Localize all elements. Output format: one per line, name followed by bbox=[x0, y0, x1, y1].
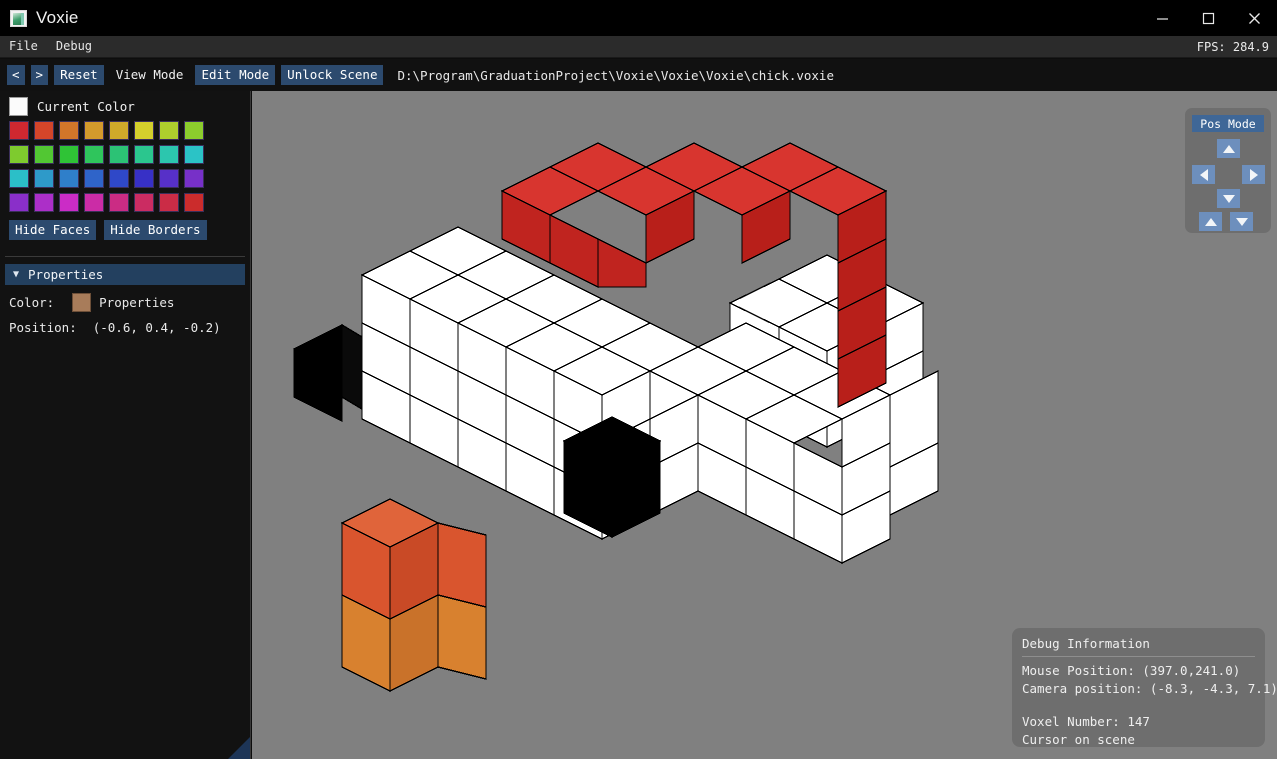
pos-left-button[interactable] bbox=[1192, 165, 1215, 184]
property-color-row: Color: Properties bbox=[0, 285, 250, 312]
palette-swatch[interactable] bbox=[184, 121, 204, 140]
palette-swatch[interactable] bbox=[184, 169, 204, 188]
debug-mouse-position: Mouse Position: (397.0,241.0) bbox=[1022, 663, 1241, 678]
palette-row bbox=[9, 193, 250, 212]
face-border-toggle-row: Hide Faces Hide Borders bbox=[0, 217, 250, 240]
pos-lower-button[interactable] bbox=[1230, 212, 1253, 231]
sidebar-divider bbox=[5, 256, 245, 257]
debug-cursor-state: Cursor on scene bbox=[1022, 731, 1135, 747]
history-prev-button[interactable]: < bbox=[7, 65, 25, 85]
left-sidebar: Current Color Hide Faces Hide Borders ▼ … bbox=[0, 91, 251, 759]
property-position-key: Position: bbox=[9, 320, 77, 335]
palette-swatch[interactable] bbox=[134, 193, 154, 212]
current-color-swatch[interactable] bbox=[9, 97, 28, 116]
fps-counter: FPS: 284.9 bbox=[1196, 39, 1269, 54]
view-mode-button[interactable]: View Mode bbox=[110, 65, 190, 85]
app-logo-icon bbox=[10, 9, 27, 27]
palette-swatch[interactable] bbox=[159, 145, 179, 164]
palette-swatch[interactable] bbox=[134, 169, 154, 188]
palette-swatch[interactable] bbox=[9, 193, 29, 212]
palette-swatch[interactable] bbox=[59, 145, 79, 164]
property-color-value: Properties bbox=[99, 295, 175, 310]
arrow-down-icon bbox=[1235, 217, 1248, 226]
history-next-button[interactable]: > bbox=[30, 65, 49, 85]
pos-down-button[interactable] bbox=[1217, 189, 1240, 208]
palette-swatch[interactable] bbox=[59, 193, 79, 212]
property-color-key: Color: bbox=[9, 295, 55, 310]
palette-swatch[interactable] bbox=[34, 121, 54, 140]
debug-spacer bbox=[1022, 697, 1255, 713]
palette-swatch[interactable] bbox=[109, 121, 129, 140]
palette-swatch[interactable] bbox=[34, 145, 54, 164]
palette-swatch[interactable] bbox=[109, 169, 129, 188]
close-button[interactable] bbox=[1231, 0, 1277, 36]
palette-swatch[interactable] bbox=[34, 169, 54, 188]
palette-swatch[interactable] bbox=[84, 145, 104, 164]
palette-swatch[interactable] bbox=[134, 121, 154, 140]
debug-panel-title: Debug Information bbox=[1022, 636, 1150, 651]
palette-swatch[interactable] bbox=[159, 169, 179, 188]
palette-swatch[interactable] bbox=[9, 145, 29, 164]
color-palette bbox=[0, 120, 250, 212]
reset-button[interactable]: Reset bbox=[54, 65, 104, 85]
main-toolbar: < > Reset View Mode Edit Mode Unlock Sce… bbox=[0, 59, 1277, 91]
palette-swatch[interactable] bbox=[84, 121, 104, 140]
current-color-label: Current Color bbox=[37, 99, 135, 114]
menu-item-file[interactable]: File bbox=[0, 36, 47, 57]
pos-mode-panel: Pos Mode bbox=[1185, 108, 1271, 233]
scene-viewport[interactable]: Pos Mode Debug Information Mouse Positio… bbox=[252, 91, 1277, 759]
collapse-caret-icon: ▼ bbox=[13, 268, 20, 280]
sidebar-resize-handle[interactable] bbox=[228, 737, 250, 759]
palette-swatch[interactable] bbox=[184, 145, 204, 164]
unlock-scene-button[interactable]: Unlock Scene bbox=[281, 65, 384, 85]
file-path-label: D:\Program\GraduationProject\Voxie\Voxie… bbox=[397, 67, 834, 83]
property-position-row: Position: (-0.6, 0.4, -0.2) bbox=[0, 312, 250, 335]
menu-bar: File Debug FPS: 284.9 bbox=[0, 36, 1277, 58]
arrow-up-icon bbox=[1204, 217, 1217, 226]
palette-row bbox=[9, 169, 250, 188]
hide-faces-button[interactable]: Hide Faces bbox=[9, 220, 97, 240]
palette-swatch[interactable] bbox=[134, 145, 154, 164]
properties-header-label: Properties bbox=[28, 267, 104, 282]
palette-row bbox=[9, 121, 250, 140]
current-color-row: Current Color bbox=[0, 91, 250, 120]
title-bar: Voxie bbox=[0, 0, 1277, 36]
pos-mode-title[interactable]: Pos Mode bbox=[1192, 115, 1264, 132]
palette-swatch[interactable] bbox=[184, 193, 204, 212]
palette-swatch[interactable] bbox=[159, 193, 179, 212]
palette-swatch[interactable] bbox=[159, 121, 179, 140]
arrow-up-icon bbox=[1222, 144, 1235, 153]
debug-panel-divider bbox=[1022, 656, 1255, 657]
minimize-button[interactable] bbox=[1139, 0, 1185, 36]
edit-mode-button[interactable]: Edit Mode bbox=[195, 65, 276, 85]
palette-swatch[interactable] bbox=[59, 121, 79, 140]
property-color-swatch[interactable] bbox=[72, 293, 92, 312]
palette-swatch[interactable] bbox=[109, 145, 129, 164]
window-title: Voxie bbox=[36, 8, 79, 27]
palette-swatch[interactable] bbox=[59, 169, 79, 188]
property-position-value: (-0.6, 0.4, -0.2) bbox=[92, 320, 221, 335]
debug-camera-position: Camera position: (-8.3, -4.3, 7.1) bbox=[1022, 680, 1277, 696]
pos-raise-button[interactable] bbox=[1199, 212, 1222, 231]
palette-swatch[interactable] bbox=[109, 193, 129, 212]
palette-swatch[interactable] bbox=[84, 169, 104, 188]
maximize-button[interactable] bbox=[1185, 0, 1231, 36]
pos-right-button[interactable] bbox=[1242, 165, 1265, 184]
properties-section-header[interactable]: ▼ Properties bbox=[5, 264, 245, 285]
palette-swatch[interactable] bbox=[84, 193, 104, 212]
arrow-left-icon bbox=[1199, 168, 1208, 181]
menu-item-debug[interactable]: Debug bbox=[47, 36, 101, 57]
palette-swatch[interactable] bbox=[34, 193, 54, 212]
debug-information-panel: Debug Information Mouse Position: (397.0… bbox=[1012, 628, 1277, 747]
hide-borders-button[interactable]: Hide Borders bbox=[104, 220, 207, 240]
arrow-right-icon bbox=[1249, 168, 1258, 181]
debug-voxel-number: Voxel Number: 147 bbox=[1022, 714, 1150, 729]
arrow-down-icon bbox=[1222, 194, 1235, 203]
window-controls bbox=[1139, 0, 1277, 36]
pos-up-button[interactable] bbox=[1217, 139, 1240, 158]
voxie-application-window: Voxie File Debug FPS: 284.9 < > Reset Vi… bbox=[0, 0, 1277, 759]
palette-swatch[interactable] bbox=[9, 169, 29, 188]
palette-row bbox=[9, 145, 250, 164]
palette-swatch[interactable] bbox=[9, 121, 29, 140]
